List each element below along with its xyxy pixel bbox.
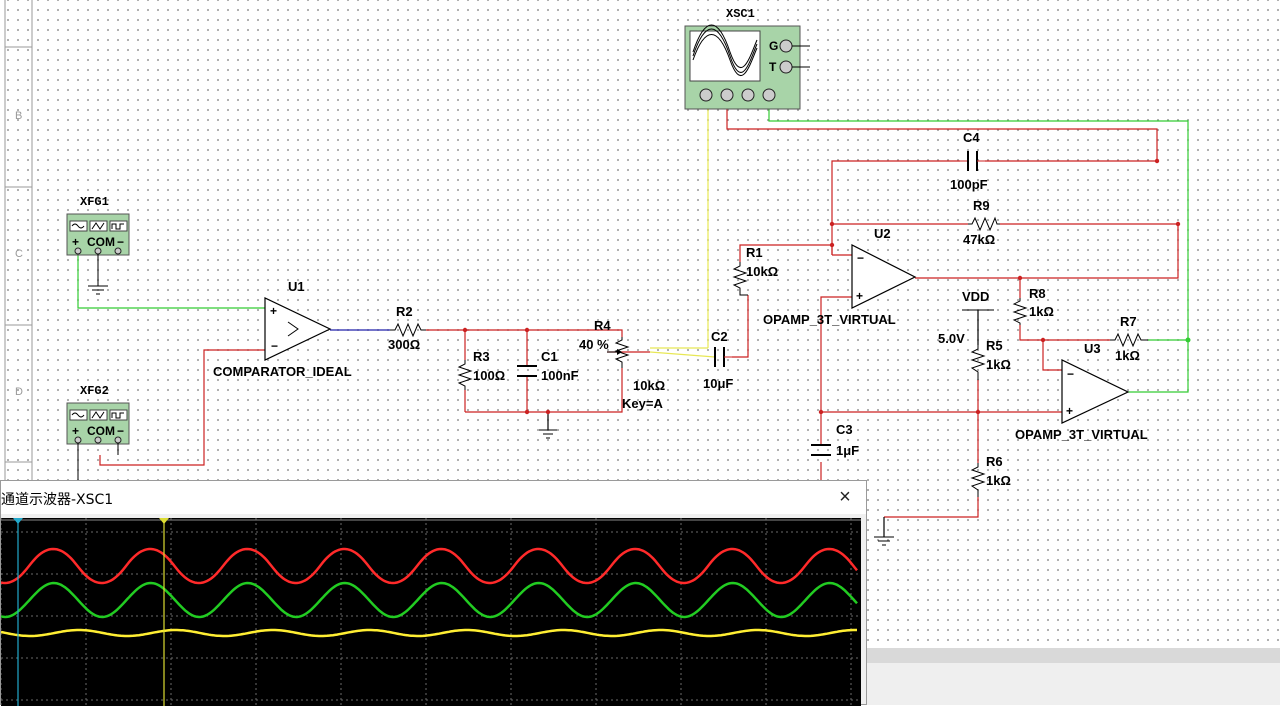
r5-ref: R5	[986, 338, 1003, 353]
r4-value: 10kΩ	[633, 378, 665, 393]
svg-text:−: −	[1067, 367, 1074, 381]
c2-value: 10μF	[703, 376, 733, 391]
vdd-ref: VDD	[962, 289, 989, 304]
xsc1-ref: XSC1	[726, 7, 755, 21]
r4-key: Key=A	[622, 396, 663, 411]
svg-text:−: −	[857, 251, 864, 265]
xsc1-terminal-g[interactable]	[779, 39, 793, 53]
xfg2-ref: XFG2	[80, 384, 109, 398]
resistor-r2[interactable]: R2 300Ω	[388, 304, 426, 352]
c1-ref: C1	[541, 349, 558, 364]
sheet-border: B C D	[4, 0, 33, 480]
r7-ref: R7	[1120, 314, 1137, 329]
resistor-r3[interactable]: R3 100Ω	[457, 349, 505, 390]
c3-ref: C3	[836, 422, 853, 437]
cursor-1-handle[interactable]	[13, 518, 23, 524]
status-area	[867, 663, 1280, 705]
r2-value: 300Ω	[388, 337, 420, 352]
r9-value: 47kΩ	[963, 232, 995, 247]
c3-value: 1μF	[836, 443, 859, 458]
comparator-u1[interactable]: U1 + − COMPARATOR_IDEAL	[213, 279, 352, 379]
border-letter-b: B	[15, 110, 22, 122]
svg-text:+: +	[270, 304, 277, 318]
xsc1-g-label: G	[769, 39, 778, 53]
r5-value: 1kΩ	[986, 357, 1011, 372]
opamp-u2[interactable]: U2 − + OPAMP_3T_VIRTUAL	[763, 226, 917, 327]
xsc1-channel-d[interactable]	[762, 88, 776, 102]
resistor-r7[interactable]: R7 1kΩ	[1110, 314, 1148, 363]
capacitor-c1[interactable]: C1 100nF	[517, 349, 579, 383]
r8-value: 1kΩ	[1029, 304, 1054, 319]
c1-value: 100nF	[541, 368, 579, 383]
wire-xfg1-u1[interactable]	[77, 255, 265, 309]
u2-model: OPAMP_3T_VIRTUAL	[763, 312, 896, 327]
xsc1-channel-b[interactable]	[720, 88, 734, 102]
xsc1-terminal-t[interactable]	[779, 60, 793, 74]
trace-channel-a	[0, 547, 858, 585]
oscilloscope-screen[interactable]	[0, 518, 861, 706]
oscilloscope-window[interactable]: 通道示波器-XSC1 ×	[0, 480, 867, 706]
u3-ref: U3	[1084, 341, 1101, 356]
svg-text:−: −	[117, 424, 124, 438]
r8-ref: R8	[1029, 286, 1046, 301]
ground-symbol-1	[539, 429, 557, 439]
xfg1-com-label: COM	[87, 235, 115, 249]
svg-text:+: +	[72, 424, 79, 438]
c4-value: 100pF	[950, 177, 988, 192]
c2-ref: C2	[711, 329, 728, 344]
scope-traces	[0, 547, 858, 638]
xfg1-ref: XFG1	[80, 195, 109, 209]
r2-ref: R2	[396, 304, 413, 319]
oscilloscope-display[interactable]	[0, 518, 861, 706]
close-icon[interactable]: ×	[832, 484, 858, 510]
horizontal-scrollbar[interactable]	[867, 648, 1280, 663]
border-letter-c: C	[15, 248, 23, 260]
svg-text:+: +	[1066, 404, 1073, 418]
u1-model: COMPARATOR_IDEAL	[213, 364, 352, 379]
r1-ref: R1	[746, 245, 763, 260]
r7-value: 1kΩ	[1115, 348, 1140, 363]
xsc1-t-label: T	[769, 60, 777, 74]
resistor-r9[interactable]: R9 47kΩ	[963, 198, 1000, 247]
r6-value: 1kΩ	[986, 473, 1011, 488]
c4-ref: C4	[963, 130, 980, 145]
r9-ref: R9	[973, 198, 990, 213]
ground-symbol-2	[874, 536, 894, 546]
capacitor-c3[interactable]: C3 1μF	[811, 422, 859, 458]
trace-channel-c	[0, 628, 857, 638]
xfg2-com-label: COM	[87, 424, 115, 438]
scope-grid	[0, 518, 861, 706]
r1-value: 10kΩ	[746, 264, 778, 279]
svg-text:−: −	[271, 339, 278, 353]
r6-ref: R6	[986, 454, 1003, 469]
border-letter-d: D	[15, 386, 23, 398]
trace-channel-b	[0, 581, 858, 619]
xsc1-channel-c[interactable]	[741, 88, 755, 102]
oscilloscope-xsc1[interactable]: XSC1 G T	[684, 7, 810, 110]
wire-r2-node[interactable]	[426, 329, 623, 337]
function-generator-xfg1[interactable]: XFG1 + COM −	[66, 195, 130, 295]
r4-ref: R4	[594, 318, 611, 333]
vdd-value: 5.0V	[938, 331, 965, 346]
r3-value: 100Ω	[473, 368, 505, 383]
cursor-2-handle[interactable]	[159, 518, 169, 524]
wires[interactable]	[77, 100, 1189, 537]
oscilloscope-titlebar[interactable]: 通道示波器-XSC1 ×	[1, 481, 866, 514]
u1-ref: U1	[288, 279, 305, 294]
svg-text:+: +	[72, 235, 79, 249]
svg-text:+: +	[856, 289, 863, 303]
r3-ref: R3	[473, 349, 490, 364]
u2-ref: U2	[874, 226, 891, 241]
u3-model: OPAMP_3T_VIRTUAL	[1015, 427, 1148, 442]
oscilloscope-title: 通道示波器-XSC1	[1, 492, 114, 508]
svg-text:−: −	[117, 235, 124, 249]
xsc1-channel-a[interactable]	[699, 88, 713, 102]
resistor-r1[interactable]: R1 10kΩ	[732, 245, 778, 296]
r4-percent: 40 %	[579, 337, 609, 352]
